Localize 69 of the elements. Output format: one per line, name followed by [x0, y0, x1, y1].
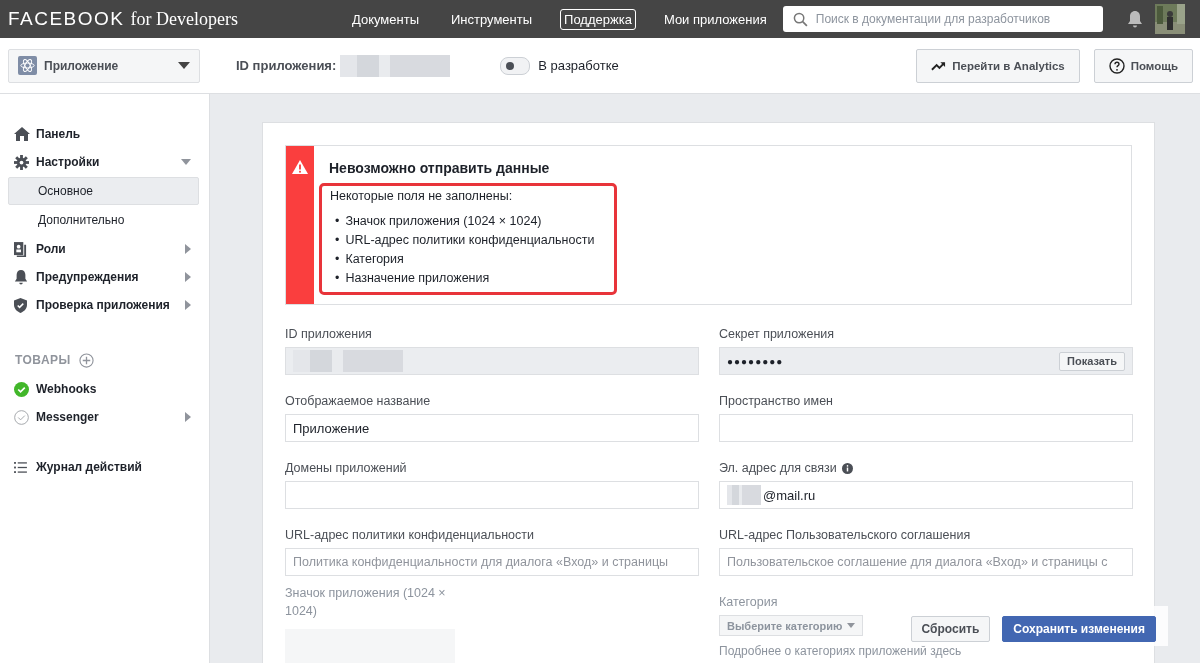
error-title: Невозможно отправить данные: [329, 160, 551, 176]
toggle-switch[interactable]: [500, 56, 531, 75]
missing-field-item: Назначение приложения: [345, 270, 490, 287]
missing-field-item: Значок приложения (1024 × 1024): [345, 213, 542, 230]
analytics-button[interactable]: Перейти в Analytics: [916, 48, 1080, 83]
input-field[interactable]: [285, 481, 699, 509]
logo-text[interactable]: FACEBOOK: [8, 8, 125, 30]
sidebar-item[interactable]: Проверка приложения: [8, 291, 199, 319]
caret-icon: [178, 62, 190, 69]
redacted-block: [727, 485, 761, 505]
settings-icon: [14, 154, 29, 170]
sidebar-subitem[interactable]: Дополнительно: [8, 206, 199, 234]
id-card-icon: [14, 241, 27, 257]
bullet-mark: •: [335, 232, 340, 249]
field-label: Секрет приложения: [719, 327, 835, 341]
shield-icon: [14, 297, 27, 313]
search-icon: [792, 11, 808, 27]
logo-subtitle[interactable]: for Developers: [130, 9, 238, 30]
app-selector[interactable]: Приложение: [8, 48, 200, 83]
nav-link[interactable]: Мои приложения: [659, 8, 771, 30]
sidebar-item[interactable]: Предупреждения: [8, 263, 199, 291]
bullet-mark: •: [335, 251, 340, 268]
field-label: Отображаемое название: [285, 394, 431, 408]
nav-link[interactable]: Поддержка: [560, 8, 636, 30]
field-label: URL-адрес политики конфиденциальности: [285, 528, 534, 542]
sidebar-item[interactable]: Webhooks: [8, 375, 199, 403]
field-label: Пространство имен: [719, 394, 833, 408]
bullet-mark: •: [335, 270, 340, 287]
trend-icon: [931, 60, 947, 71]
field-label: Эл. адрес для связи: [719, 461, 837, 475]
search-field[interactable]: Поиск в документации для разработчиков: [782, 6, 1103, 32]
help-icon: [1108, 57, 1125, 74]
error-intro: Некоторые поля не заполнены:: [330, 189, 514, 203]
bell-icon: [14, 269, 28, 285]
field-label: URL-адрес Пользовательского соглашения: [719, 528, 971, 542]
sidebar-item[interactable]: Messenger: [8, 403, 199, 431]
input-field[interactable]: ●●●●●●●● Показать: [719, 347, 1133, 375]
app-id-label: ID приложения:: [236, 58, 337, 73]
field-label: Домены приложений: [285, 461, 407, 475]
field-label: Значок приложения (1024 × 1024): [285, 585, 447, 620]
field-label: Категория: [719, 595, 778, 609]
input-field[interactable]: [719, 414, 1133, 442]
missing-field-item: URL-адрес политики конфиденциальности: [345, 232, 595, 249]
home-icon: [14, 127, 30, 141]
add-icon[interactable]: [78, 352, 94, 368]
caret-icon: [847, 623, 856, 628]
show-button[interactable]: Показать: [1059, 351, 1125, 371]
input-field[interactable]: Приложение: [285, 414, 699, 442]
section-heading: ТОВАРЫ: [15, 353, 71, 367]
warning-icon: [292, 160, 308, 174]
sidebar-subitem[interactable]: Основное: [8, 177, 199, 205]
sidebar-item[interactable]: Панель: [8, 120, 199, 148]
missing-field-item: Категория: [345, 251, 404, 268]
help-text: Подробнее о категориях приложений здесь: [719, 644, 963, 658]
sidebar-item[interactable]: Роли: [8, 235, 199, 263]
sidebar-item[interactable]: Настройки: [8, 148, 199, 176]
list-icon: [14, 461, 27, 473]
reset-button[interactable]: Сбросить: [910, 616, 991, 642]
toggle-label: В разработке: [538, 58, 619, 73]
nav-link[interactable]: Инструменты: [447, 8, 537, 30]
field-label: ID приложения: [285, 327, 372, 341]
help-button[interactable]: Помощь: [1093, 48, 1193, 83]
input-field[interactable]: @mail.ru: [719, 481, 1133, 509]
sidebar-item[interactable]: Журнал действий: [8, 453, 199, 481]
bell-icon[interactable]: [1126, 10, 1143, 28]
bullet-mark: •: [335, 213, 340, 230]
save-button[interactable]: Сохранить изменения: [1002, 616, 1156, 642]
nav-link[interactable]: Документы: [348, 8, 423, 30]
atom-icon: [18, 56, 37, 75]
